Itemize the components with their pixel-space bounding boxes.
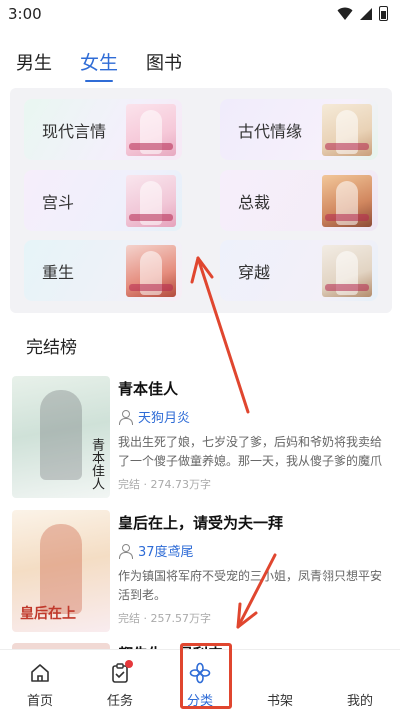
signal-icon <box>360 7 372 20</box>
category-label: 穿越 <box>238 262 271 282</box>
category-ceo[interactable]: 总裁 <box>220 170 378 231</box>
category-cover-image <box>126 175 176 227</box>
annotation-highlight-box <box>180 643 232 709</box>
category-grid: 现代言情 古代情缘 宫斗 总裁 重生 穿越 <box>10 88 392 313</box>
category-label: 总裁 <box>238 192 271 212</box>
status-time: 3:00 <box>8 5 42 23</box>
gender-tabs: 男生 女生 图书 <box>16 48 182 75</box>
category-cover-image <box>322 175 372 227</box>
nav-profile[interactable]: 我的 <box>320 650 400 711</box>
tab-books[interactable]: 图书 <box>146 49 182 75</box>
category-modern-romance[interactable]: 现代言情 <box>24 99 182 160</box>
category-cover-image <box>126 245 176 297</box>
category-cover-image <box>126 104 176 156</box>
profile-icon <box>351 665 369 683</box>
wifi-icon <box>337 7 353 20</box>
nav-label: 首页 <box>26 694 53 709</box>
ranking-title: 完结榜 <box>26 338 77 358</box>
book-cover-image: 皇后在上 <box>12 510 110 632</box>
book-item[interactable]: 皇后在上 皇后在上，请受为夫一拜 37度鸢尾 作为镇国将军府不受宠的三小姐，凤青… <box>12 510 392 634</box>
category-label: 现代言情 <box>42 121 107 141</box>
tab-male[interactable]: 男生 <box>16 49 52 75</box>
nav-label: 书架 <box>266 694 293 709</box>
notification-badge <box>124 660 133 668</box>
battery-icon <box>379 6 388 21</box>
home-icon <box>31 664 49 682</box>
book-cover-title: 皇后在上 <box>20 606 76 622</box>
category-label: 重生 <box>42 262 75 282</box>
author-name: 37度鸢尾 <box>138 545 194 560</box>
book-title: 皇后在上，请受为夫一拜 <box>118 514 284 532</box>
book-meta: 完结 · 274.73万字 <box>118 478 211 491</box>
category-cover-image <box>322 104 372 156</box>
book-cover-title: 青本佳人 <box>89 438 104 490</box>
status-icons <box>337 6 388 21</box>
category-palace[interactable]: 宫斗 <box>24 170 182 231</box>
book-description: 我出生死了娘，七岁没了爹，后妈和爷奶将我卖给了一个傻子做童养媳。那一天，我从傻子… <box>118 435 383 468</box>
category-rebirth[interactable]: 重生 <box>24 240 182 301</box>
category-time-travel[interactable]: 穿越 <box>220 240 378 301</box>
tab-female[interactable]: 女生 <box>80 48 118 75</box>
bookshelf-icon <box>272 665 286 682</box>
category-cover-image <box>322 245 372 297</box>
book-item[interactable]: 青本佳人 青本佳人 天狗月炎 我出生死了娘，七岁没了爹，后妈和爷奶将我卖给了一个… <box>12 376 392 500</box>
book-description: 作为镇国将军府不受宠的三小姐，凤青翎只想平安活到老。 <box>118 569 383 602</box>
nav-tasks[interactable]: 任务 <box>80 650 160 711</box>
nav-bookshelf[interactable]: 书架 <box>240 650 320 711</box>
book-title: 青本佳人 <box>118 380 179 398</box>
author-icon <box>118 409 133 425</box>
nav-home[interactable]: 首页 <box>0 650 80 711</box>
category-label: 宫斗 <box>42 192 75 212</box>
book-meta: 完结 · 257.57万字 <box>118 612 211 625</box>
book-author: 天狗月炎 <box>118 407 392 426</box>
nav-label: 任务 <box>106 694 133 709</box>
author-name: 天狗月炎 <box>138 411 191 426</box>
author-icon <box>118 543 133 559</box>
nav-label: 我的 <box>346 694 373 709</box>
book-author: 37度鸢尾 <box>118 541 392 560</box>
category-label: 古代情缘 <box>238 121 303 141</box>
book-cover-image: 青本佳人 <box>12 376 110 498</box>
category-ancient-romance[interactable]: 古代情缘 <box>220 99 378 160</box>
status-bar: 3:00 <box>0 0 400 28</box>
